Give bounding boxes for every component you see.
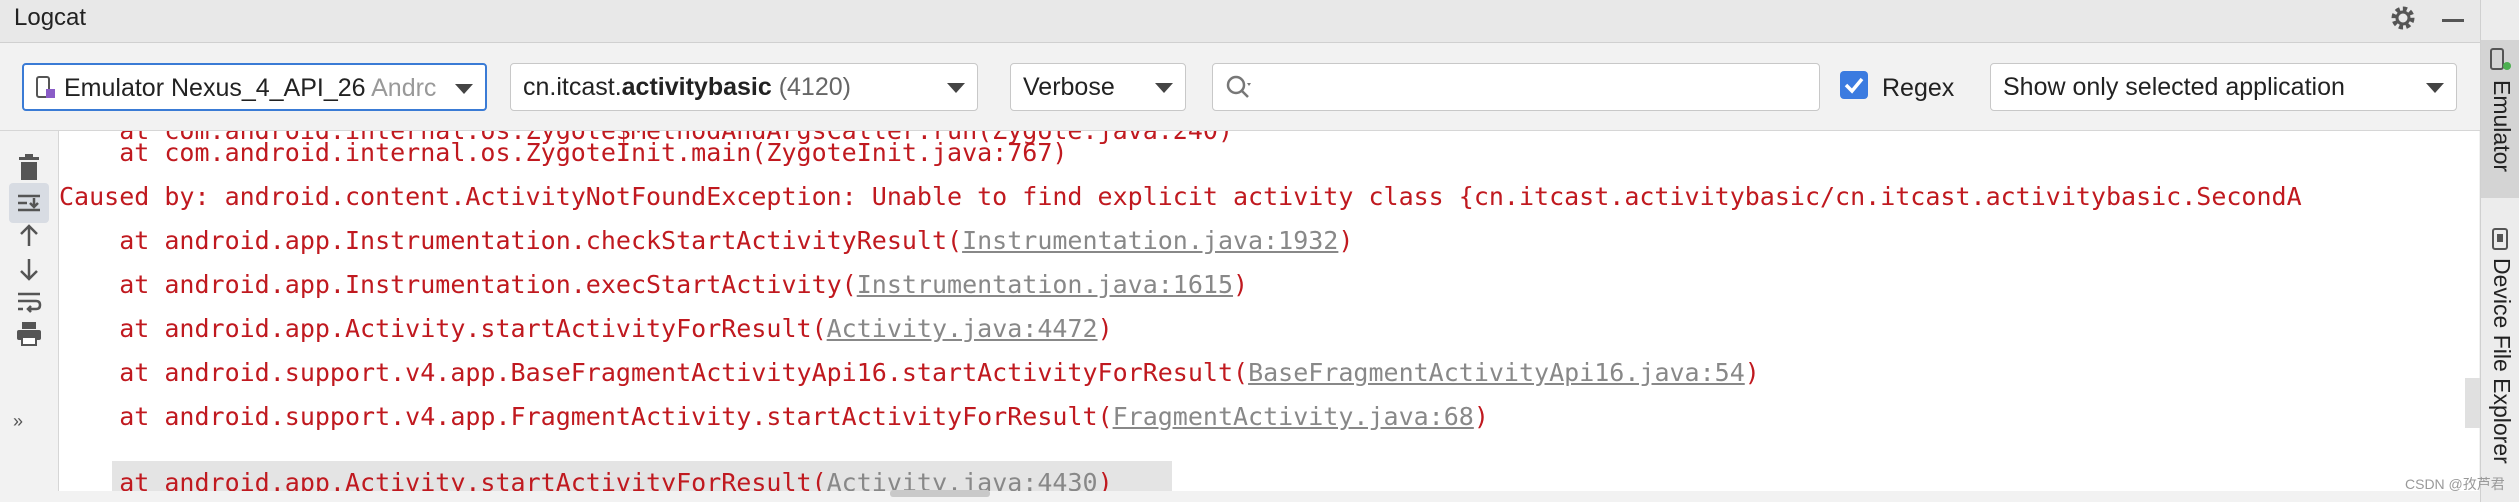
more-icon[interactable]: »	[13, 411, 23, 432]
log-line: at android.support.v4.app.FragmentActivi…	[59, 402, 1489, 431]
log-output[interactable]: at com.android.internal.os.Zygote$Method…	[59, 131, 2479, 491]
tab-device-file-explorer-label: Device File Explorer	[2489, 258, 2515, 464]
device-name-suffix: Andrc	[365, 74, 437, 102]
log-line: at android.app.Activity.startActivityFor…	[59, 461, 1112, 491]
filter-value: Show only selected application	[2003, 73, 2345, 101]
log-line: Caused by: android.content.ActivityNotFo…	[59, 182, 2302, 211]
emulator-icon	[2490, 48, 2511, 70]
device-name: Emulator Nexus_4_API_26	[64, 74, 366, 102]
search-input[interactable]	[1212, 63, 1820, 111]
chevron-down-icon	[1155, 83, 1173, 93]
source-link[interactable]: FragmentActivity.java:68	[1113, 402, 1474, 431]
print-icon[interactable]	[9, 313, 49, 353]
process-pid: (4120)	[771, 73, 851, 101]
log-line: at com.android.internal.os.ZygoteInit.ma…	[59, 138, 1068, 167]
device-icon	[36, 76, 56, 100]
right-tool-strip: Emulator Device File Explorer	[2480, 0, 2519, 502]
trash-icon[interactable]	[9, 147, 49, 187]
chevron-down-icon	[947, 83, 965, 93]
tab-emulator[interactable]: Emulator	[2481, 40, 2519, 198]
log-level-selector[interactable]: Verbose	[1010, 63, 1186, 111]
process-package-name: activitybasic	[621, 73, 772, 101]
watermark: CSDN @孜芦君	[2405, 476, 2505, 492]
settings-icon[interactable]	[2385, 0, 2421, 36]
chevron-down-icon	[455, 84, 473, 94]
device-selector[interactable]: Emulator Nexus_4_API_26 Andrc	[22, 63, 487, 111]
source-link[interactable]: Instrumentation.java:1932	[962, 226, 1338, 255]
logcat-title-bar: Logcat	[0, 0, 2480, 43]
process-package-prefix: cn.itcast.	[523, 73, 622, 101]
panel-title: Logcat	[14, 4, 87, 31]
logcat-side-toolbar: »	[0, 131, 59, 491]
logcat-toolbar: Emulator Nexus_4_API_26 Andrc cn.itcast.…	[0, 43, 2480, 131]
source-link[interactable]: Activity.java:4430	[827, 468, 1098, 491]
regex-label[interactable]: Regex	[1882, 74, 1954, 103]
log-line: at android.support.v4.app.BaseFragmentAc…	[59, 358, 1760, 387]
horizontal-scrollbar[interactable]	[890, 490, 990, 497]
vertical-scrollbar[interactable]	[2465, 378, 2480, 428]
process-selector[interactable]: cn.itcast.activitybasic (4120)	[510, 63, 978, 111]
source-link[interactable]: Instrumentation.java:1615	[857, 270, 1233, 299]
log-line: at android.app.Instrumentation.execStart…	[59, 270, 1249, 299]
source-link[interactable]: BaseFragmentActivityApi16.java:54	[1248, 358, 1745, 387]
log-line: at android.app.Instrumentation.checkStar…	[59, 226, 1354, 255]
chevron-down-icon	[2426, 83, 2444, 93]
device-file-explorer-icon	[2492, 228, 2508, 250]
minimize-icon[interactable]	[2438, 6, 2468, 36]
log-level-value: Verbose	[1023, 73, 1115, 101]
tab-device-file-explorer[interactable]: Device File Explorer	[2481, 222, 2519, 502]
filter-selector[interactable]: Show only selected application	[1990, 63, 2457, 111]
regex-checkbox[interactable]	[1840, 71, 1868, 99]
tab-emulator-label: Emulator	[2489, 80, 2515, 173]
source-link[interactable]: Activity.java:4472	[827, 314, 1098, 343]
log-line: at android.app.Activity.startActivityFor…	[59, 314, 1113, 343]
